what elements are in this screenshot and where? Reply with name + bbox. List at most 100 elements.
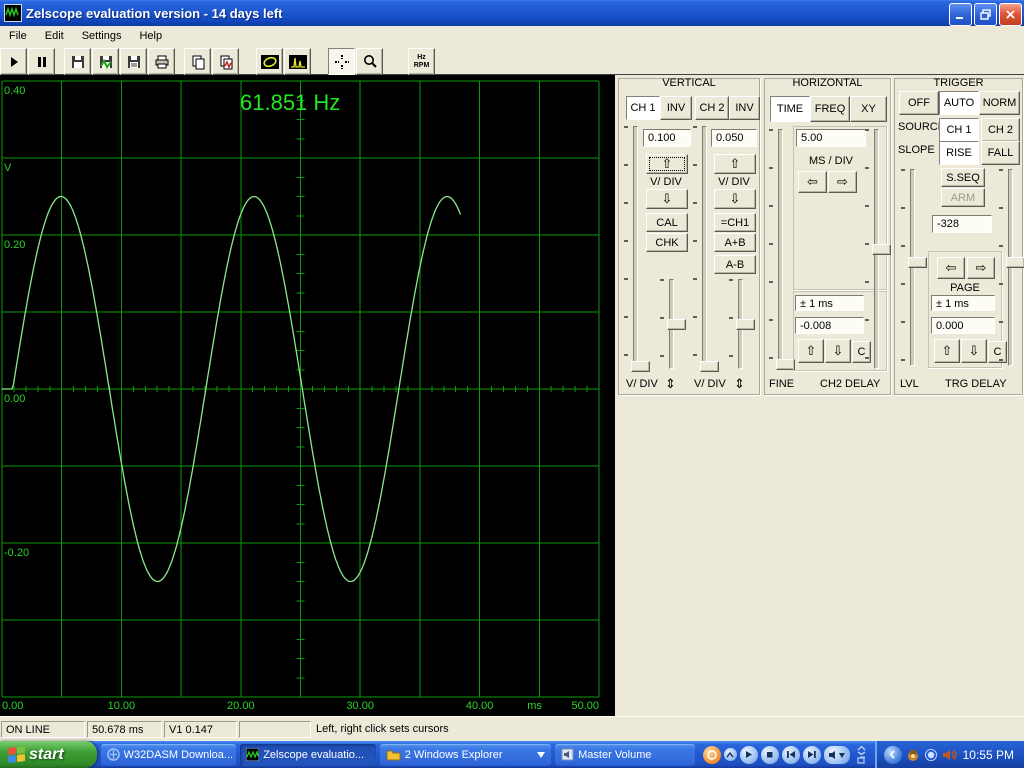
ch1-vdiv-value[interactable]: 0.100 [643,129,691,147]
task-master-volume[interactable]: Master Volume [555,743,695,766]
ch1-invert-button[interactable]: INV [660,96,692,120]
tray-messenger-icon[interactable] [924,748,938,762]
print-button[interactable] [148,48,175,75]
slider-thumb[interactable] [700,361,719,372]
ch1-fine-slider[interactable] [660,279,686,369]
freq-toggle[interactable]: FREQ [810,96,850,122]
slider-ticks [729,279,733,369]
task-windows-explorer-group[interactable]: 2 Windows Explorer [379,743,552,766]
media-stop-button[interactable] [760,745,779,764]
pause-button[interactable] [28,48,55,75]
ch2-up-button[interactable]: ⇧ [714,154,756,174]
trigger-level-slider[interactable] [901,169,927,366]
hz-rpm-button[interactable]: Hz RPM [408,48,435,75]
time-toggle[interactable]: TIME [770,96,810,122]
cursor-button[interactable] [328,48,355,75]
close-button[interactable] [999,3,1022,26]
media-next-button[interactable] [802,745,821,764]
a-minus-b-button[interactable]: A-B [714,255,756,274]
single-sequence-button[interactable]: S.SEQ [941,168,985,187]
save-signal-button[interactable] [92,48,119,75]
tray-mixer-icon[interactable] [906,748,920,762]
slider-thumb[interactable] [631,361,650,372]
ellipse-icon [260,54,279,69]
copy-button[interactable] [184,48,211,75]
ch2-delay-down-button[interactable]: ⇩ [825,339,851,363]
status-empty-panel [239,721,311,738]
slope-rise-toggle[interactable]: RISE [939,141,979,165]
tray-volume-icon[interactable] [942,748,957,762]
ch1-down-button[interactable]: ⇩ [646,189,688,209]
ch1-up-button[interactable]: ⇧ [646,154,688,174]
page-right-button[interactable]: ⇨ [967,257,995,279]
menu-edit[interactable]: Edit [36,27,73,45]
play-button[interactable] [0,48,27,75]
media-volume-button[interactable] [823,745,850,764]
fine-slider[interactable] [769,129,795,370]
menu-help[interactable]: Help [130,27,171,45]
eq-ch1-button[interactable]: =CH1 [714,213,756,232]
xy-toggle[interactable]: XY [850,96,887,122]
deskband-handle[interactable] [855,744,869,766]
a-plus-b-button[interactable]: A+B [714,233,756,252]
trigger-norm-toggle[interactable]: NORM [979,91,1020,115]
ch2-invert-button[interactable]: INV [729,96,760,120]
ch2-down-button[interactable]: ⇩ [714,189,756,209]
timebase-right-button[interactable]: ⇨ [828,171,857,193]
oscilloscope-display[interactable]: 0.40 V 0.20 0.00 -0.20 0.00 10.00 20.00 30.00 40.… [0,75,615,716]
slider-thumb[interactable] [667,319,686,330]
arm-button[interactable]: ARM [941,188,985,207]
slider-thumb[interactable] [872,244,891,255]
trigger-ch1-toggle[interactable]: CH 1 [939,118,979,142]
slider-thumb[interactable] [908,257,927,268]
trigger-ch2-toggle[interactable]: CH 2 [981,118,1020,142]
restore-button[interactable] [974,3,997,26]
chevron-down-icon [531,749,546,761]
ch1-vdiv-slider[interactable] [624,126,650,372]
ch2-delay-slider[interactable] [865,129,891,369]
trg-delay-up-button[interactable]: ⇧ [934,339,960,363]
start-button[interactable]: start [0,741,97,768]
ch1-chk-button[interactable]: CHK [646,233,688,252]
page-left-button[interactable]: ⇦ [937,257,965,279]
ch2-toggle[interactable]: CH 2 [695,96,729,120]
horizontal-panel-title: HORIZONTAL [792,77,863,89]
ch2-vdiv-slider[interactable] [693,126,719,372]
trigger-auto-toggle[interactable]: AUTO [939,91,979,115]
save-button[interactable] [64,48,91,75]
timebase-left-button[interactable]: ⇦ [798,171,827,193]
media-play-button[interactable] [739,745,758,764]
save-notes-button[interactable] [120,48,147,75]
ch2-delay-value[interactable]: -0.008 [795,317,864,334]
task-zelscope[interactable]: Zelscope evaluatio... [240,743,376,766]
slider-thumb[interactable] [736,319,755,330]
ch1-toggle[interactable]: CH 1 [626,96,660,120]
spectrum-button[interactable] [284,48,311,75]
trg-delay-value[interactable]: 0.000 [931,317,995,334]
trg-delay-down-button[interactable]: ⇩ [961,339,987,363]
copy-signal-icon [220,55,232,69]
msdiv-value[interactable]: 5.00 [796,129,866,147]
ch2-fine-slider[interactable] [729,279,755,369]
copy-signal-button[interactable] [212,48,239,75]
ch1-cal-button[interactable]: CAL [646,213,688,232]
minimize-button[interactable] [949,3,972,26]
menu-settings[interactable]: Settings [73,27,131,45]
task-w32dasm[interactable]: W32DASM Downloa... [100,743,237,766]
media-previous-button[interactable] [781,745,800,764]
svg-text:61.851 Hz: 61.851 Hz [240,90,340,115]
svg-text:30.00: 30.00 [346,700,374,712]
ellipse-tool-button[interactable] [256,48,283,75]
zoom-button[interactable] [356,48,383,75]
slope-fall-toggle[interactable]: FALL [981,141,1020,165]
tray-chevron-left-icon[interactable] [883,745,902,764]
menu-file[interactable]: File [0,27,36,45]
trigger-level-value[interactable]: -328 [932,215,992,233]
chevron-up-button[interactable] [723,748,737,761]
ch2-delay-up-button[interactable]: ⇧ [798,339,824,363]
slider-thumb[interactable] [1006,257,1024,268]
trg-delay-slider[interactable] [999,169,1024,366]
trigger-off-toggle[interactable]: OFF [899,91,939,115]
ch2-vdiv-value[interactable]: 0.050 [711,129,757,147]
wmp-icon[interactable] [702,745,721,764]
